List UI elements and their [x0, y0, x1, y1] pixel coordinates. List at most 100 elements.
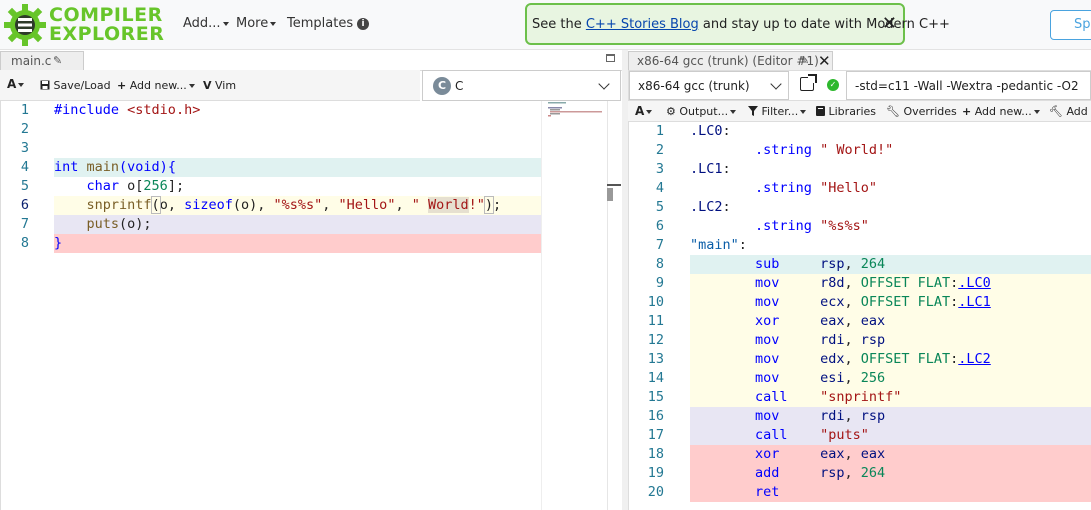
- chevron-down-icon: [770, 78, 782, 90]
- maximize-icon[interactable]: [606, 54, 615, 62]
- code-line: 1 #include <stdio.h>: [0, 101, 541, 120]
- libraries-button[interactable]: Libraries: [816, 105, 876, 118]
- filter-dropdown[interactable]: Filter...: [748, 105, 807, 118]
- save-load-button[interactable]: Save/Load: [40, 79, 111, 92]
- chevron-down-icon: [598, 78, 610, 90]
- compile-success-icon[interactable]: ✓: [827, 79, 839, 91]
- code-line: 7 puts(o);: [0, 215, 541, 234]
- line-number: 13: [647, 351, 664, 367]
- output-dropdown[interactable]: ⚙ Output...: [666, 105, 737, 118]
- top-navbar: COMPILER EXPLORER Add... More Templates …: [0, 0, 1091, 50]
- save-load-label: Save/Load: [53, 79, 111, 92]
- code-line: 4 int main(void){: [0, 158, 541, 177]
- line-number: 5: [20, 178, 29, 194]
- line-number: 16: [647, 408, 664, 424]
- vim-toggle[interactable]: V Vim: [203, 79, 236, 92]
- minimap-preview: [548, 102, 602, 117]
- asm-line: 13 mov edx, OFFSET FLAT:.LC2: [628, 350, 1091, 369]
- line-number: 1: [20, 102, 29, 118]
- asm-line: 16 mov rdi, rsp: [628, 407, 1091, 426]
- add-menu-label: Add...: [183, 16, 221, 31]
- info-icon[interactable]: i: [357, 18, 369, 30]
- add-tool-dropdown[interactable]: 🔨︎ Add t: [1049, 105, 1091, 118]
- caret-down-icon: [188, 84, 195, 88]
- scrollbar-thumb[interactable]: [607, 188, 613, 201]
- language-label: C: [455, 79, 464, 93]
- line-number: 19: [647, 465, 664, 481]
- asm-line: 11 xor eax, eax: [628, 312, 1091, 331]
- language-select[interactable]: C C: [422, 70, 621, 101]
- close-icon[interactable]: ✕: [882, 15, 897, 33]
- add-new-label: Add new...: [974, 105, 1032, 118]
- add-menu[interactable]: Add...: [183, 16, 229, 31]
- asm-line: 6 .string "%s%s": [628, 217, 1091, 236]
- line-number: 4: [20, 159, 29, 175]
- pencil-icon[interactable]: ✎: [800, 54, 809, 67]
- filter-icon: [748, 106, 758, 116]
- editor-toolbar: A Save/Load + Add new... V Vim: [0, 70, 420, 101]
- editor-tab[interactable]: main.c ✎: [0, 51, 84, 71]
- line-number: 7: [20, 216, 29, 232]
- libraries-label: Libraries: [828, 105, 877, 118]
- sponsors-button[interactable]: Spo: [1050, 10, 1091, 40]
- code-minimap[interactable]: [541, 101, 607, 510]
- close-icon[interactable]: ✕: [818, 52, 831, 70]
- filter-label: Filter...: [761, 105, 799, 118]
- wrench-icon: 🔧︎: [886, 105, 900, 118]
- line-number: 14: [647, 370, 664, 386]
- asm-line: 10 mov ecx, OFFSET FLAT:.LC1: [628, 293, 1091, 312]
- asm-line: 12 mov rdi, rsp: [628, 331, 1091, 350]
- line-number: 20: [647, 484, 664, 500]
- line-number: 12: [647, 332, 664, 348]
- logo-text-line2: EXPLORER: [49, 23, 165, 45]
- asm-line: 4 .string "Hello": [628, 179, 1091, 198]
- compiler-explorer-logo[interactable]: COMPILER EXPLORER: [3, 2, 165, 48]
- font-size-label: A: [635, 104, 645, 118]
- add-new-label: Add new...: [129, 79, 187, 92]
- add-new-dropdown[interactable]: + Add new...: [962, 105, 1040, 118]
- compiler-toolbar: A ⚙ Output... Filter... Libraries 🔧︎ Ove…: [628, 100, 1091, 122]
- code-line-active: 6 snprintf(o, sizeof(o), "%s%s", "Hello"…: [0, 196, 541, 215]
- cpp-stories-blog-link[interactable]: C++ Stories Blog: [586, 17, 699, 32]
- asm-line: 7 "main":: [628, 236, 1091, 255]
- popout-icon[interactable]: [800, 74, 817, 91]
- asm-line: 19 add rsp, 264: [628, 464, 1091, 483]
- font-size-dropdown[interactable]: A: [635, 104, 653, 118]
- pencil-icon[interactable]: ✎: [53, 54, 62, 67]
- editor-scrollbar[interactable]: [607, 101, 621, 510]
- more-menu-label: More: [236, 16, 269, 31]
- source-editor[interactable]: 1 #include <stdio.h> 2 3 4 int main(void){…: [0, 101, 541, 510]
- c-language-icon: C: [433, 77, 451, 95]
- overrides-button[interactable]: 🔧︎ Overrides: [886, 105, 957, 118]
- output-label: Output...: [679, 105, 729, 118]
- caret-down-icon: [1033, 110, 1040, 114]
- asm-line: 15 call "snprintf": [628, 388, 1091, 407]
- assembly-output[interactable]: 1 .LC0: 2 .string " World!" 3 .LC1: 4 .str…: [628, 122, 1091, 510]
- line-number: 6: [655, 218, 664, 234]
- compiler-tab[interactable]: x86-64 gcc (trunk) (Editor #1) ✎ ✕: [628, 51, 833, 71]
- line-number: 9: [655, 275, 664, 291]
- code-line: 8}: [0, 234, 541, 253]
- asm-line: 17 call "puts": [628, 426, 1091, 445]
- more-menu[interactable]: More: [236, 16, 277, 31]
- compiler-options-input[interactable]: -std=c11 -Wall -Wextra -pedantic -O2: [846, 71, 1091, 100]
- code-line: 2: [0, 120, 541, 139]
- save-icon: [40, 80, 50, 90]
- overrides-label: Overrides: [903, 105, 957, 118]
- asm-line: 1 .LC0:: [628, 122, 1091, 141]
- caret-down-icon: [18, 83, 25, 87]
- caret-down-icon: [730, 110, 737, 114]
- add-new-dropdown[interactable]: + Add new...: [117, 79, 195, 92]
- templates-link[interactable]: Templates: [287, 16, 353, 31]
- compiler-select[interactable]: x86-64 gcc (trunk): [629, 71, 789, 100]
- plus-icon: +: [117, 79, 127, 92]
- compiler-tab-label: x86-64 gcc (trunk) (Editor #1): [637, 54, 819, 68]
- vim-label: Vim: [215, 79, 237, 92]
- gear-logo-icon: [4, 4, 46, 46]
- line-number: 17: [647, 427, 664, 443]
- gear-icon: ⚙: [666, 105, 676, 118]
- line-number: 5: [655, 199, 664, 215]
- line-number: 7: [655, 237, 664, 253]
- font-size-dropdown[interactable]: A: [7, 77, 25, 91]
- compiler-name: x86-64 gcc (trunk): [638, 79, 750, 93]
